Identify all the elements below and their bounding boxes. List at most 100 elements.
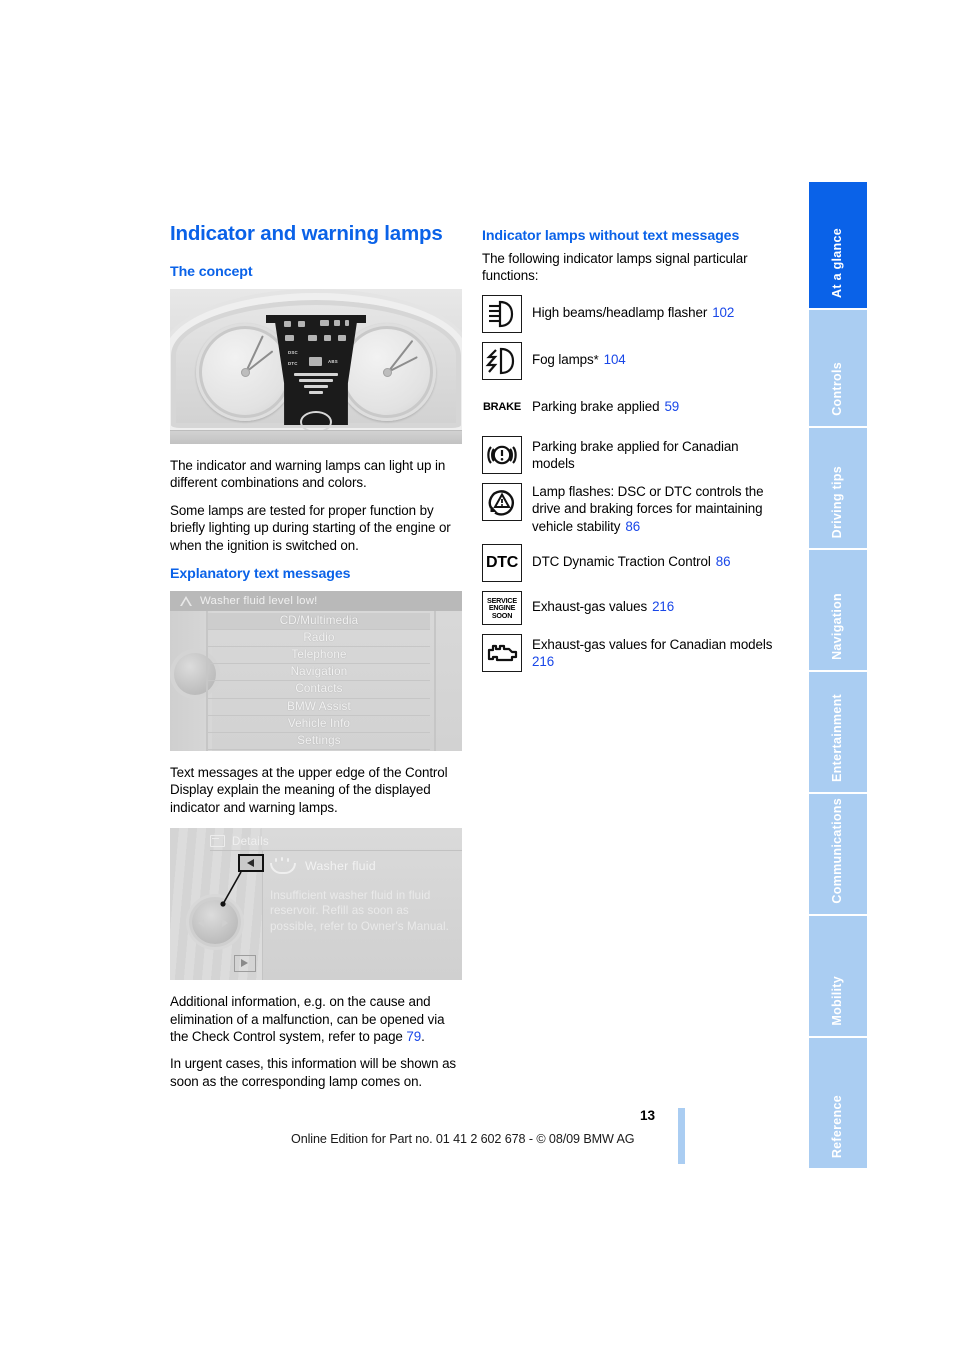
tab-driving-tips[interactable]: Driving tips bbox=[809, 428, 867, 550]
tab-label: Driving tips bbox=[830, 465, 844, 538]
cluster-lamp-5 bbox=[345, 320, 349, 326]
lamp-page-ref[interactable]: 59 bbox=[664, 399, 679, 414]
tab-entertainment[interactable]: Entertainment bbox=[809, 672, 867, 794]
service-engine-soon-label: SERVICE ENGINE SOON bbox=[483, 592, 521, 624]
tab-label: Navigation bbox=[830, 593, 844, 660]
left-column: Indicator and warning lamps The concept bbox=[170, 222, 462, 1100]
tab-communications[interactable]: Communications bbox=[809, 794, 867, 916]
details-title: Washer fluid bbox=[305, 859, 376, 874]
cluster-label-dtc: DTC bbox=[288, 361, 298, 366]
speedometer-hub bbox=[240, 367, 250, 377]
details-paragraph-1: Additional information, e.g. on the caus… bbox=[170, 993, 462, 1045]
tab-reference[interactable]: Reference bbox=[809, 1038, 867, 1168]
cluster-lamp-2 bbox=[298, 321, 305, 327]
lamp-label: Exhaust-gas values 216 bbox=[532, 591, 674, 615]
tab-label: Communications bbox=[830, 798, 844, 904]
menu-item[interactable]: Contacts bbox=[208, 681, 430, 699]
high-beam-icon bbox=[482, 294, 522, 333]
warning-triangle-icon bbox=[180, 596, 192, 607]
washer-fluid-icon bbox=[270, 857, 296, 875]
scroll-down-button[interactable] bbox=[234, 955, 256, 973]
right-column-intro: The following indicator lamps signal par… bbox=[482, 251, 748, 284]
text-messages-paragraph: Text messages at the upper edge of the C… bbox=[170, 765, 448, 815]
optional-equipment-asterisk: * bbox=[593, 351, 599, 367]
brake-text-icon: BRAKE bbox=[482, 388, 522, 427]
brake-icon-label: BRAKE bbox=[482, 401, 522, 414]
figure-details-screen: Details Washer fluid Insufficient washer… bbox=[170, 828, 462, 981]
cluster-lamp-8 bbox=[324, 335, 331, 341]
cluster-base bbox=[170, 430, 462, 444]
lamp-row: SERVICE ENGINE SOON Exhaust-gas values 21… bbox=[482, 591, 782, 626]
idrive-warning-header: Washer fluid level low! bbox=[170, 591, 462, 612]
service-engine-soon-icon: SERVICE ENGINE SOON bbox=[482, 591, 522, 626]
controller-arrow-left bbox=[198, 919, 204, 928]
menu-item[interactable]: Radio bbox=[208, 630, 430, 648]
page-number: 13 bbox=[640, 1108, 656, 1123]
dtc-icon-label: DTC bbox=[486, 553, 518, 571]
lamp-label: Parking brake applied for Canadian model… bbox=[532, 436, 782, 473]
lamp-label: Parking brake applied 59 bbox=[532, 389, 679, 415]
lamp-page-ref[interactable]: 104 bbox=[604, 352, 626, 367]
lamp-label: High beams/headlamp flasher 102 bbox=[532, 295, 734, 321]
lamp-page-ref[interactable]: 102 bbox=[712, 305, 734, 320]
details-content: Washer fluid Insufficient washer fluid i… bbox=[270, 857, 456, 934]
idrive-rail-right bbox=[434, 611, 436, 752]
lamp-text: DTC Dynamic Traction Control bbox=[532, 554, 711, 570]
heading-indicator-lamps-without-text: Indicator lamps without text messages bbox=[482, 228, 740, 244]
footer-edition-text: Online Edition for Part no. 01 41 2 602 … bbox=[291, 1132, 635, 1146]
tab-label: At a glance bbox=[830, 228, 844, 298]
menu-item[interactable]: Vehicle Info bbox=[208, 716, 430, 733]
cluster-lamp-7 bbox=[308, 335, 317, 341]
cluster-label-dsc: DSC bbox=[288, 350, 298, 355]
details-window-icon bbox=[210, 835, 225, 848]
lamp-text: Exhaust-gas values bbox=[532, 599, 648, 615]
figure-idrive-menu: Washer fluid level low! CD/Multimedia Ra… bbox=[170, 591, 462, 752]
tachometer-needle bbox=[387, 339, 414, 373]
lamp-text: High beams/headlamp flasher bbox=[532, 304, 708, 320]
section-tab-strip: At a glance Controls Driving tips Naviga… bbox=[809, 182, 867, 1168]
details-paragraph-post: . bbox=[421, 1029, 425, 1045]
details-header-label: Details bbox=[232, 834, 269, 848]
dtc-text-icon: DTC bbox=[482, 544, 522, 583]
speedometer-needle bbox=[245, 335, 264, 373]
page-title: Indicator and warning lamps bbox=[170, 222, 443, 245]
lamp-row: DTC DTC Dynamic Traction Control 86 bbox=[482, 544, 782, 583]
idrive-menu-image: Washer fluid level low! CD/Multimedia Ra… bbox=[170, 591, 462, 752]
tachometer-hub bbox=[382, 367, 392, 377]
menu-item[interactable]: Telephone bbox=[208, 647, 430, 665]
details-screen-image: Details Washer fluid Insufficient washer… bbox=[170, 828, 462, 981]
lamp-row: Exhaust-gas values for Canadian models21… bbox=[482, 634, 782, 673]
lamp-text: Parking brake applied for Canadian model… bbox=[532, 438, 739, 472]
lamp-row: Lamp flashes: DSC or DTC controls the dr… bbox=[482, 482, 782, 535]
figure-instrument-cluster: DSC DTC ABS bbox=[170, 289, 462, 444]
lamp-page-ref[interactable]: 216 bbox=[532, 654, 554, 669]
lamp-text: Lamp flashes: DSC or DTC controls the dr… bbox=[532, 483, 764, 534]
menu-item[interactable]: Navigation bbox=[208, 664, 430, 682]
tab-controls[interactable]: Controls bbox=[809, 310, 867, 428]
tab-label: Entertainment bbox=[830, 694, 844, 782]
page-reference-79[interactable]: 79 bbox=[406, 1029, 421, 1044]
arrow-right-icon bbox=[241, 959, 248, 968]
lamp-page-ref[interactable]: 86 bbox=[625, 519, 640, 534]
lamp-text: Exhaust-gas values for Canadian models bbox=[532, 637, 773, 653]
cluster-lamp-6 bbox=[285, 335, 294, 341]
lamp-page-ref[interactable]: 216 bbox=[652, 599, 674, 614]
menu-item[interactable]: BMW Assist bbox=[208, 699, 430, 716]
lamp-row: BRAKE Parking brake applied 59 bbox=[482, 388, 782, 427]
washer-fluid-row: Washer fluid bbox=[270, 857, 456, 875]
lamp-label: Fog lamps* 104 bbox=[532, 342, 626, 368]
idrive-warning-text: Washer fluid level low! bbox=[200, 595, 318, 608]
lamp-row: High beams/headlamp flasher 102 bbox=[482, 294, 782, 333]
tab-navigation[interactable]: Navigation bbox=[809, 550, 867, 672]
tab-mobility[interactable]: Mobility bbox=[809, 916, 867, 1038]
menu-item[interactable]: CD/Multimedia bbox=[208, 613, 430, 631]
menu-item[interactable]: Settings bbox=[208, 733, 430, 750]
lamp-row: Parking brake applied for Canadian model… bbox=[482, 435, 782, 474]
tab-label: Reference bbox=[830, 1094, 844, 1158]
callout-leader-line bbox=[220, 871, 242, 907]
lamp-page-ref[interactable]: 86 bbox=[716, 554, 731, 569]
tab-at-a-glance[interactable]: At a glance bbox=[809, 182, 867, 310]
ses-line-3: SOON bbox=[491, 610, 513, 620]
cluster-lamp-4 bbox=[334, 320, 340, 326]
manual-page: Indicator and warning lamps The concept bbox=[0, 0, 954, 1350]
